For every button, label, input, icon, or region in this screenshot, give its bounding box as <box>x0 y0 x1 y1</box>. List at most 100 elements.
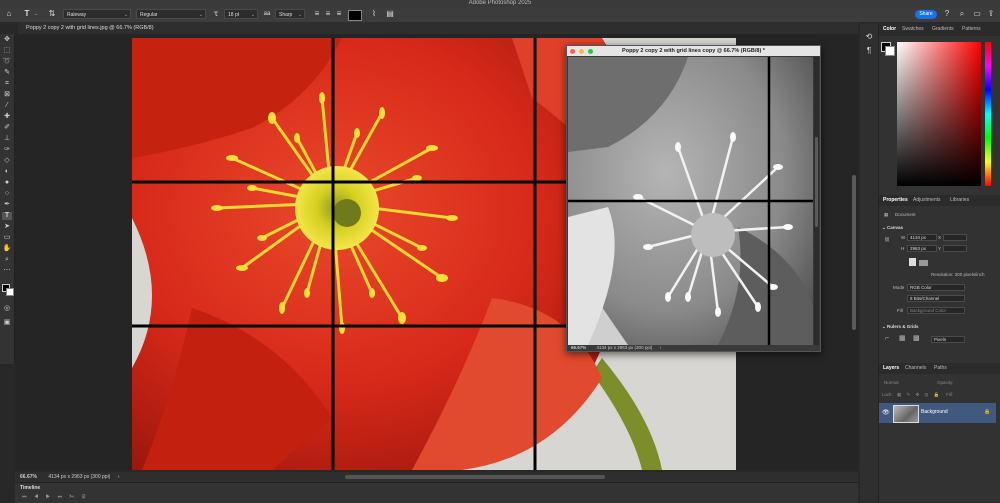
units-dropdown[interactable]: Pixels <box>931 336 965 343</box>
hand-tool-icon[interactable]: ✋ <box>2 245 12 253</box>
eyedropper-tool-icon[interactable]: ⁄ <box>2 102 12 110</box>
tab-adjustments[interactable]: Adjustments <box>913 195 941 205</box>
align-left-icon[interactable]: ≡ <box>312 9 322 19</box>
gradient-tool-icon[interactable]: ◐ <box>2 168 12 176</box>
share-button[interactable]: Share <box>915 10 937 19</box>
canvas-fill-dropdown[interactable]: Background Color <box>907 307 965 314</box>
eraser-tool-icon[interactable]: ◇ <box>2 157 12 165</box>
canvas-vertical-scrollbar[interactable] <box>852 175 856 330</box>
screen-mode-icon[interactable]: ▣ <box>2 319 12 327</box>
color-picker-field[interactable] <box>897 42 981 186</box>
home-icon[interactable]: ⌂ <box>4 9 14 19</box>
background-color-swatch[interactable] <box>6 288 14 296</box>
tab-gradients[interactable]: Gradients <box>932 24 954 34</box>
antialias-dropdown[interactable]: Sharp ⌄ <box>275 9 305 19</box>
chevron-right-icon[interactable]: › <box>654 345 662 350</box>
document-info[interactable]: 4134 px x 2963 px (300 ppi) <box>43 474 110 480</box>
close-window-icon[interactable] <box>570 48 575 54</box>
floating-document-window[interactable]: Poppy 2 copy 2 with grid lines copy @ 66… <box>566 45 821 352</box>
width-field[interactable]: 4134 px <box>907 234 937 241</box>
minimize-window-icon[interactable] <box>579 48 584 54</box>
history-icon[interactable]: ⟲ <box>864 32 874 41</box>
zoom-level[interactable]: 66.67% <box>15 474 42 480</box>
tab-layers[interactable]: Layers <box>883 363 899 373</box>
x-field[interactable] <box>943 234 967 241</box>
share-icon[interactable]: ⇪ <box>986 9 996 19</box>
path-selection-tool-icon[interactable]: ➤ <box>2 223 12 231</box>
y-field[interactable] <box>943 245 967 252</box>
tab-channels[interactable]: Channels <box>905 363 926 373</box>
tab-paths[interactable]: Paths <box>934 363 947 373</box>
chevron-down-icon: ⌄ <box>882 225 886 230</box>
floating-doc-info[interactable]: 4134 px x 2963 px (300 ppi) <box>591 345 653 350</box>
document-tab[interactable]: Poppy 2 copy 2 with grid lines.jpg @ 66.… <box>18 22 858 34</box>
floating-window-title-bar[interactable]: Poppy 2 copy 2 with grid lines copy @ 66… <box>567 46 820 56</box>
text-orientation-icon[interactable]: ⇅ <box>47 9 57 19</box>
guides-icon[interactable]: ▩ <box>913 335 920 342</box>
shape-tool-icon[interactable]: ▭ <box>2 234 12 242</box>
timeline-label[interactable]: Timeline <box>20 485 40 491</box>
type-tool-icon[interactable]: T <box>2 212 12 220</box>
landscape-orientation-icon[interactable] <box>919 260 928 266</box>
search-icon[interactable]: ⌕ <box>957 9 967 19</box>
warp-text-icon[interactable]: ⌇ <box>369 9 379 19</box>
layer-row-background[interactable]: 👁 Background 🔒 <box>879 403 996 423</box>
floating-zoom-level[interactable]: 66.67% <box>568 345 589 350</box>
tab-properties[interactable]: Properties <box>883 195 908 205</box>
zoom-tool-icon[interactable]: ⌕ <box>2 256 12 264</box>
align-right-icon[interactable]: ≡ <box>334 9 344 19</box>
font-family-dropdown[interactable]: Raleway ⌄ <box>63 9 131 19</box>
layer-name[interactable]: Background <box>921 409 948 415</box>
type-tool-icon[interactable]: T <box>22 9 32 19</box>
maximize-window-icon[interactable] <box>588 48 593 54</box>
font-size-dropdown[interactable]: 18 pt ⌄ <box>224 9 258 19</box>
bit-depth-dropdown[interactable]: 8 Bits/Channel <box>907 295 965 302</box>
tab-swatches[interactable]: Swatches <box>902 24 924 34</box>
crop-tool-icon[interactable]: ⌗ <box>2 80 12 88</box>
dodge-tool-icon[interactable]: ○ <box>2 190 12 198</box>
mode-dropdown[interactable]: RGB Color <box>907 284 965 291</box>
floating-vertical-scrollbar[interactable] <box>814 57 819 345</box>
text-color-swatch[interactable] <box>348 10 362 21</box>
lock-icons[interactable]: ▦ ✎ ✥ ⊡ 🔒 <box>897 392 941 398</box>
blend-mode-dropdown[interactable]: Normal <box>884 380 899 386</box>
brush-tool-icon[interactable]: ✐ <box>2 124 12 132</box>
frame-tool-icon[interactable]: ⊠ <box>2 91 12 99</box>
chevron-right-icon[interactable]: › <box>112 474 120 480</box>
canvas-horizontal-scrollbar[interactable] <box>345 475 605 479</box>
floating-document-image[interactable] <box>568 57 813 345</box>
help-icon[interactable]: ? <box>942 9 952 19</box>
visibility-eye-icon[interactable]: 👁 <box>882 409 890 416</box>
more-tools-icon[interactable]: ⋯ <box>2 267 12 275</box>
marquee-tool-icon[interactable]: ⬚ <box>2 47 12 55</box>
grid-icon[interactable]: ▦ <box>899 335 906 342</box>
tool-preset-chevron-icon[interactable]: ⌄ <box>34 9 42 19</box>
align-center-icon[interactable]: ≡ <box>323 9 333 19</box>
workspace-icon[interactable]: ▭ <box>972 9 982 19</box>
paragraph-icon[interactable]: ¶ <box>864 46 874 55</box>
font-style-dropdown[interactable]: Regular ⌄ <box>136 9 206 19</box>
clone-stamp-tool-icon[interactable]: ⊥ <box>2 135 12 143</box>
height-field[interactable]: 2963 px <box>907 245 937 252</box>
tab-libraries[interactable]: Libraries <box>950 195 969 205</box>
hue-slider[interactable] <box>985 42 991 186</box>
quick-selection-tool-icon[interactable]: ✎ <box>2 69 12 77</box>
history-brush-tool-icon[interactable]: ✑ <box>2 146 12 154</box>
blur-tool-icon[interactable]: ● <box>2 179 12 187</box>
move-tool-icon[interactable]: ✥ <box>2 36 12 44</box>
quick-mask-icon[interactable]: ◎ <box>2 305 12 313</box>
link-dimensions-icon[interactable]: ⛓ <box>884 237 890 243</box>
canvas-section-heading[interactable]: ⌄ Canvas <box>882 225 903 231</box>
tab-color[interactable]: Color <box>883 24 896 34</box>
rulers-section-heading[interactable]: ⌄ Rulers & Grids <box>882 324 919 330</box>
portrait-orientation-icon[interactable] <box>909 258 916 266</box>
tab-patterns[interactable]: Patterns <box>962 24 981 34</box>
antialias-icon: aa <box>263 11 271 17</box>
lasso-tool-icon[interactable]: ➰ <box>2 58 12 66</box>
ruler-icon[interactable]: ⌐ <box>885 335 889 342</box>
character-panel-icon[interactable]: ▤ <box>385 9 395 19</box>
background-color-chip[interactable] <box>885 46 895 56</box>
pen-tool-icon[interactable]: ✒ <box>2 201 12 209</box>
timeline-controls[interactable]: ⏮ ◀ ▶ ⏭ ✂ ⚙ <box>22 494 89 500</box>
healing-brush-tool-icon[interactable]: ✚ <box>2 113 12 121</box>
